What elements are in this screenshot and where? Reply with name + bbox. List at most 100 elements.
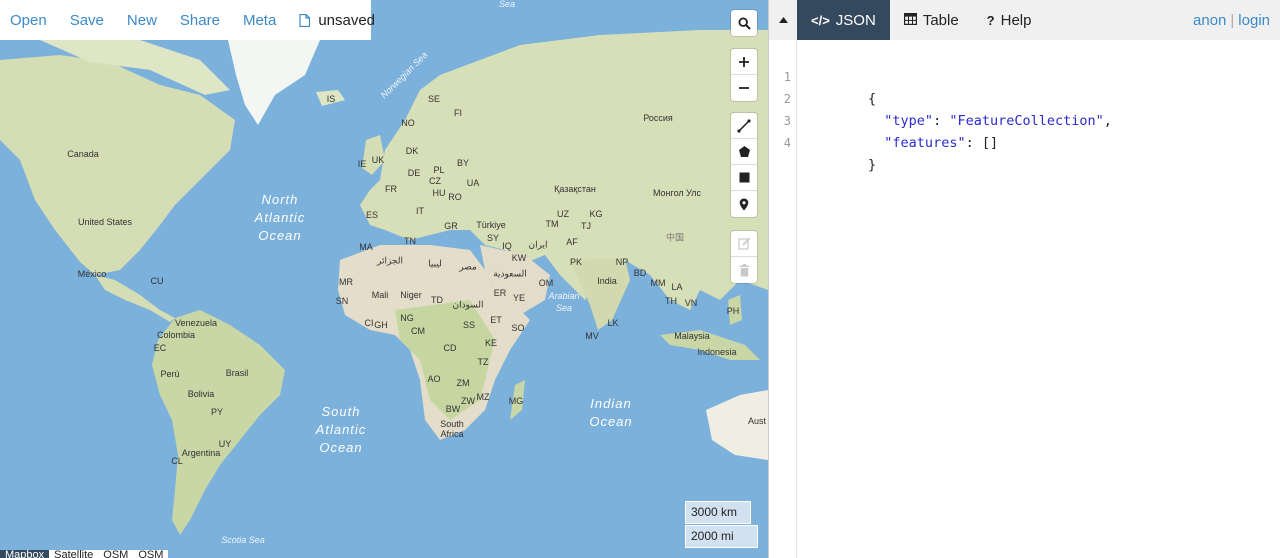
map-label: KG — [589, 209, 603, 219]
draw-marker-button[interactable] — [731, 191, 757, 217]
map-label: TJ — [581, 221, 591, 231]
search-button[interactable] — [731, 10, 757, 36]
map-label: Қазақстан — [554, 184, 596, 194]
map-label: South Africa — [440, 419, 464, 439]
rectangle-icon — [739, 172, 749, 183]
open-menu[interactable]: Open — [10, 12, 47, 29]
zoom-in-button[interactable] — [731, 49, 757, 75]
sea-label-top: Sea — [498, 0, 516, 9]
map-label: MZ — [476, 392, 490, 402]
map-label: SN — [335, 296, 349, 306]
map-label: Venezuela — [174, 318, 218, 328]
tab-table[interactable]: Table — [890, 0, 973, 40]
edit-icon — [737, 237, 750, 250]
sea-label-arabian: Arabian Sea — [548, 291, 580, 313]
map-label: IS — [326, 94, 336, 104]
map-label: SE — [427, 94, 441, 104]
code-line: 1 { — [784, 44, 1280, 107]
draw-rectangle-button[interactable] — [731, 165, 757, 191]
map-label: BY — [456, 158, 470, 168]
edit-control — [731, 231, 757, 283]
code-icon: </> — [811, 12, 830, 28]
map-label: السعودية — [493, 268, 527, 279]
map-label: GR — [444, 221, 458, 231]
json-editor[interactable]: 1 { 2 "type": "FeatureCollection", 3 "fe… — [769, 40, 1280, 558]
map-label: الجزائر — [377, 255, 403, 266]
map-label: IE — [357, 159, 367, 169]
tab-help[interactable]: ? Help — [973, 0, 1046, 40]
map-label: Mali — [371, 290, 389, 300]
layer-osm-2[interactable]: OSM — [133, 550, 169, 558]
file-icon — [299, 13, 311, 27]
map-label: India — [597, 276, 617, 286]
anon-link[interactable]: anon — [1193, 12, 1226, 29]
tab-json[interactable]: </> JSON — [797, 0, 890, 40]
map-label: مصر — [459, 261, 477, 272]
layer-satellite[interactable]: Satellite — [49, 550, 99, 558]
delete-layers-button[interactable] — [731, 257, 757, 283]
map-label: SS — [462, 320, 476, 330]
caret-up-icon — [778, 17, 788, 23]
json-array: [] — [981, 135, 999, 151]
polygon-icon — [738, 146, 750, 157]
map-label: LA — [671, 282, 683, 292]
map-label: VN — [684, 298, 698, 308]
scale-mi: 2000 mi — [685, 525, 758, 548]
layer-switcher: Mapbox Satellite OSM OSM — [0, 550, 169, 558]
draw-line-button[interactable] — [731, 113, 757, 139]
map-label: ZM — [456, 378, 470, 388]
code-area[interactable]: 1 { 2 "type": "FeatureCollection", 3 "fe… — [784, 44, 1280, 173]
draw-polygon-button[interactable] — [731, 139, 757, 165]
map-label: MR — [339, 277, 353, 287]
map-label: UA — [466, 178, 480, 188]
code-line: 4 } — [784, 110, 1280, 173]
map-label: CM — [411, 326, 425, 336]
tab-json-label: JSON — [835, 11, 876, 29]
polyline-icon — [737, 118, 751, 133]
map-label: MA — [359, 242, 373, 252]
map-label: OM — [538, 278, 554, 288]
map-label: PK — [569, 257, 583, 267]
layer-mapbox[interactable]: Mapbox — [0, 550, 50, 558]
map-label: Bolivia — [187, 389, 215, 399]
map-label: CU — [150, 276, 164, 286]
login-link[interactable]: login — [1238, 12, 1270, 29]
new-menu[interactable]: New — [127, 12, 157, 29]
map-label: PL — [433, 165, 445, 175]
map-pane[interactable]: Canada United States México CU Venezuela… — [0, 0, 768, 558]
map-label: ET — [490, 315, 502, 325]
map-label: MM — [650, 278, 666, 288]
collapse-button[interactable] — [769, 0, 797, 40]
code-text: "features": [] — [884, 135, 999, 151]
zoom-out-button[interactable] — [731, 75, 757, 101]
map-label: AF — [566, 237, 578, 247]
map-label: México — [77, 269, 107, 279]
sea-label-south-atlantic: South Atlantic Ocean — [315, 404, 367, 455]
map-label: NG — [400, 313, 414, 323]
map-label: السودان — [452, 299, 484, 310]
map-label: CL — [171, 456, 183, 466]
separator: | — [1230, 11, 1235, 29]
file-menu-bar: Open Save New Share Meta unsaved — [0, 0, 375, 40]
map-label: IT — [416, 206, 424, 216]
share-menu[interactable]: Share — [180, 12, 220, 29]
meta-menu[interactable]: Meta — [243, 12, 276, 29]
map-label: HU — [432, 188, 446, 198]
save-menu[interactable]: Save — [70, 12, 104, 29]
map-label: CZ — [429, 176, 441, 186]
map-label: ایران — [528, 239, 548, 250]
map-label: KW — [511, 253, 527, 263]
code-line: 2 "type": "FeatureCollection", — [784, 66, 1280, 129]
map-label: TZ — [477, 357, 489, 367]
edit-layers-button[interactable] — [731, 231, 757, 257]
map-label: Colombia — [156, 330, 196, 340]
map-label: CD — [443, 343, 457, 353]
table-icon — [903, 12, 917, 28]
map-label: United States — [77, 217, 133, 227]
map-label: TM — [545, 219, 559, 229]
layer-osm[interactable]: OSM — [98, 550, 134, 558]
tab-table-label: Table — [922, 11, 959, 29]
map-label: PY — [210, 407, 224, 417]
map-label: CI — [364, 318, 374, 328]
map-label: UZ — [557, 209, 569, 219]
